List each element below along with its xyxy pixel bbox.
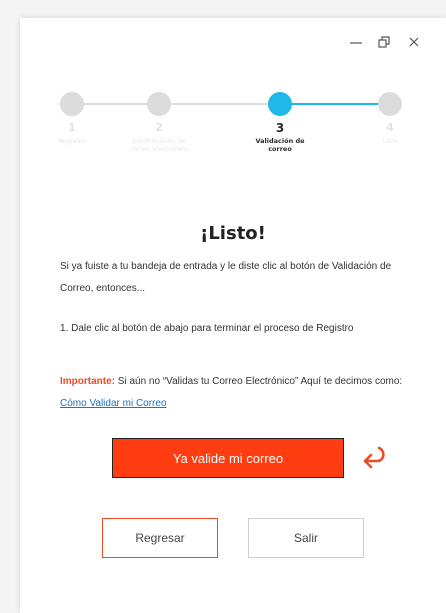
instructions-paragraph: Si ya fuiste a tu bandeja de entrada y l… [60, 261, 392, 294]
exit-button[interactable]: Salir [248, 518, 364, 558]
step-connector-active [282, 103, 390, 105]
return-arrow-icon [363, 446, 385, 469]
important-label: Importante: [60, 376, 115, 387]
step-1-circle [60, 92, 84, 116]
step-4-circle [378, 92, 402, 116]
step-4-number: 4 [386, 121, 394, 134]
step-2-label: Confirmación de correo electrónico [129, 137, 189, 153]
step-1-number: 1 [68, 121, 76, 134]
important-text: Si aún no “Validas tu Correo Electrónico… [115, 376, 403, 387]
step-3-label: Validación de correo [255, 137, 305, 153]
step-2-number: 2 [155, 121, 163, 134]
step-2-circle [147, 92, 171, 116]
step-connector [175, 103, 275, 105]
step-1-label: Registro [58, 137, 86, 145]
step-3-number: 3 [275, 121, 285, 135]
step-instruction-paragraph: 1. Dale clic al botón de abajo para term… [60, 323, 354, 334]
confirm-validated-button[interactable]: Ya valide mi correo [112, 438, 344, 478]
step-4-label: Listo [382, 137, 398, 145]
step-3-circle [268, 92, 292, 116]
dialog-window: 1 2 3 4 Registro Confirmación de correo … [20, 18, 446, 613]
page-title: ¡Listo! [200, 223, 266, 244]
progress-stepper: 1 2 3 4 Registro Confirmación de correo … [20, 18, 446, 178]
how-to-validate-link[interactable]: Cómo Validar mi Correo [60, 398, 167, 409]
back-button[interactable]: Regresar [102, 518, 218, 558]
important-note: Importante: Si aún no “Validas tu Correo… [60, 371, 410, 415]
